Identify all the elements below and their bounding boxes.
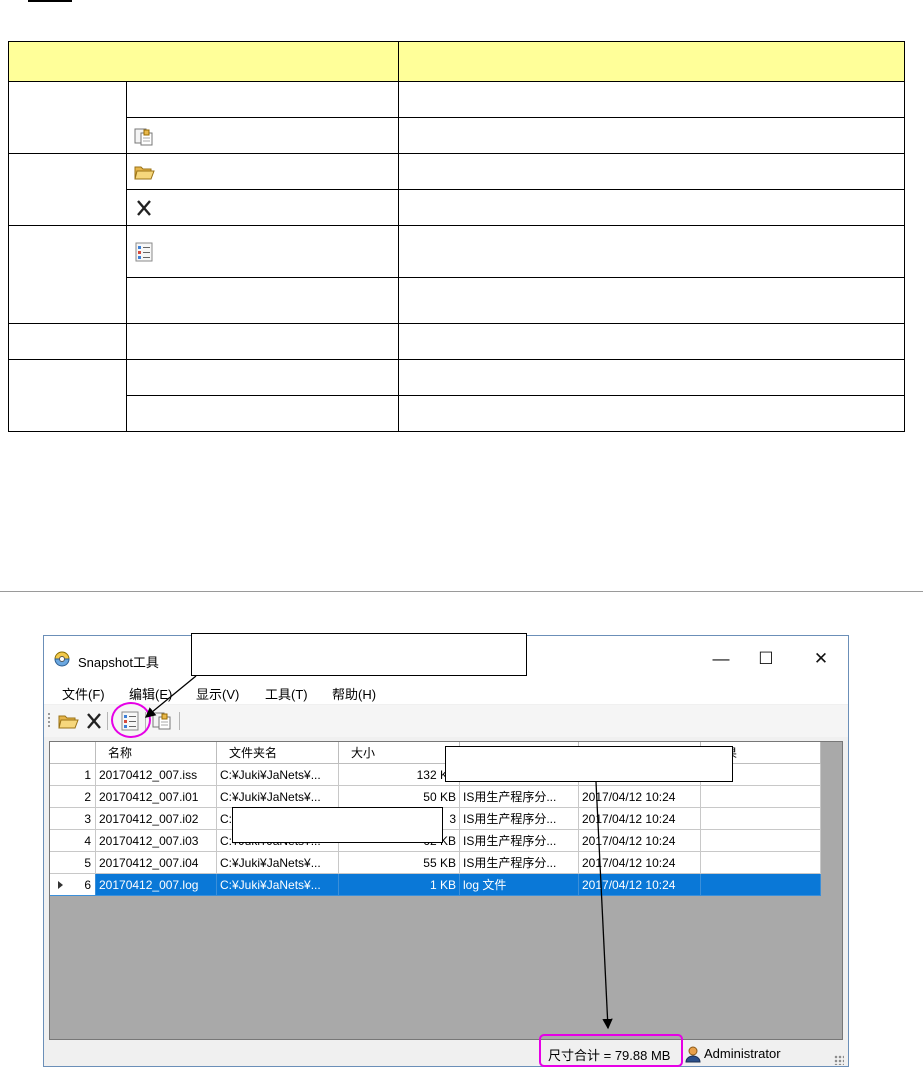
arrow-to-details-button	[144, 675, 197, 718]
arrow-to-total-size	[595, 781, 613, 1030]
annotation-arrows	[144, 675, 613, 1030]
